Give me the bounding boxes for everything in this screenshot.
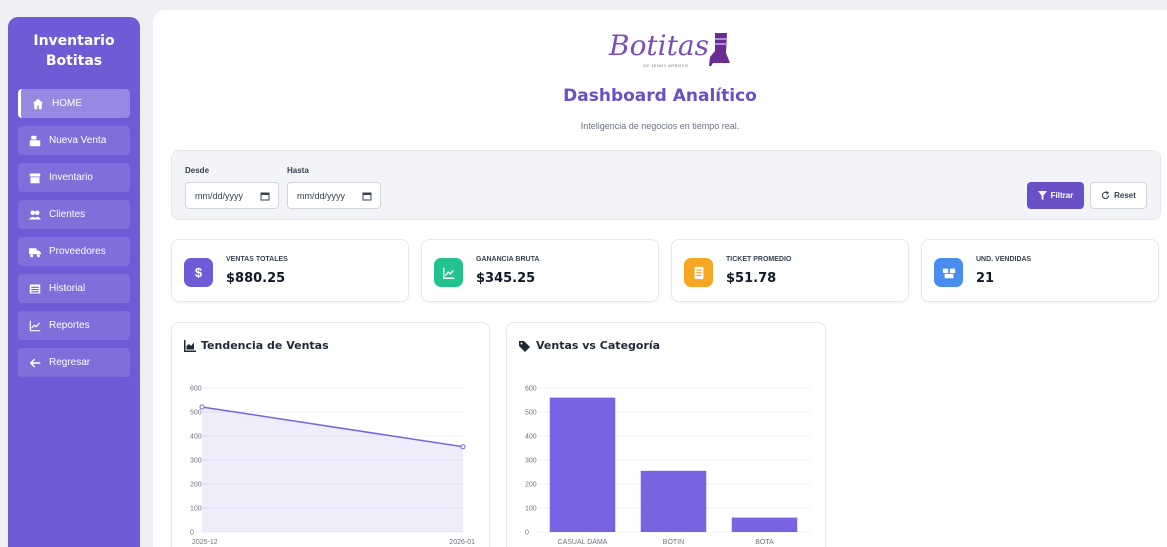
y-tick-label: 300 (190, 458, 202, 465)
y-tick-label: 0 (525, 530, 529, 537)
filter-icon (1037, 191, 1047, 200)
sidebar-item-proveedores[interactable]: Proveedores (18, 237, 130, 266)
category-chart: 0 100 200 300 400 500 600 CASUAL DAMA BOTIN BOTA (525, 386, 810, 546)
y-tick-label: 200 (525, 482, 537, 489)
box-icon (28, 172, 42, 184)
sidebar: Inventario Botitas HOME Nueva Venta Inve… (8, 17, 140, 547)
kpi-label: TICKET PROMEDIO (726, 256, 792, 263)
data-point (199, 404, 205, 410)
sidebar-item-label: Proveedores (49, 246, 106, 257)
receipt-icon (684, 258, 713, 287)
chart-area-icon (434, 258, 463, 287)
sidebar-item-regresar[interactable]: Regresar (18, 348, 130, 377)
x-tick-label: 2025-12 (192, 539, 218, 546)
home-icon (31, 98, 45, 110)
to-date-input[interactable]: mm/dd/yyyy (287, 182, 381, 209)
sidebar-item-label: Clientes (49, 209, 86, 220)
sidebar-item-inventario[interactable]: Inventario (18, 163, 130, 192)
calendar-icon[interactable] (362, 191, 372, 201)
sidebar-item-label: Historial (49, 283, 86, 294)
trend-chart-card: Tendencia de Ventas 0 100 200 300 400 500 600 2… (171, 322, 490, 547)
logo-tagline: DE JENNY ARROYO (643, 63, 689, 68)
sidebar-item-label: Reportes (49, 320, 90, 331)
arrow-left-icon (28, 357, 42, 369)
to-date-placeholder: mm/dd/yyyy (297, 190, 346, 201)
brand-logo: Botitas DE JENNY ARROYO (609, 29, 730, 79)
sidebar-item-label: Nueva Venta (49, 135, 107, 146)
kpi-und-vendidas: UND. VENDIDAS 21 (921, 239, 1159, 302)
x-tick-label: 2026-01 (449, 539, 475, 546)
users-icon (28, 209, 42, 221)
filter-button-label: Filtrar (1050, 191, 1074, 200)
calendar-icon[interactable] (260, 191, 270, 201)
y-tick-label: 600 (190, 386, 202, 393)
y-tick-label: 0 (190, 530, 194, 537)
from-date-input[interactable]: mm/dd/yyyy (185, 182, 279, 209)
page-title: Dashboard Analítico (563, 86, 757, 106)
y-tick-label: 200 (190, 482, 202, 489)
sidebar-item-historial[interactable]: Historial (18, 274, 130, 303)
series-area (202, 406, 463, 532)
bar (640, 470, 707, 532)
sidebar-item-nueva-venta[interactable]: Nueva Venta (18, 126, 130, 155)
date-filter-bar: Desde Hasta mm/dd/yyyy mm/dd/yyyy Filtra… (171, 150, 1161, 220)
sidebar-item-clientes[interactable]: Clientes (18, 200, 130, 229)
from-label: Desde (185, 166, 210, 175)
kpi-label: VENTAS TOTALES (226, 256, 288, 263)
bar (731, 517, 798, 532)
y-tick-label: 400 (190, 434, 202, 441)
data-point (460, 444, 466, 450)
chart-line-icon (28, 320, 42, 332)
main-panel: Botitas DE JENNY ARROYO Dashboard Analít… (153, 10, 1167, 547)
x-tick-label: CASUAL DAMA (558, 539, 608, 546)
y-tick-label: 400 (525, 434, 537, 441)
dollar-icon: $ (184, 258, 213, 287)
logo-text: Botitas (609, 29, 709, 62)
kpi-label: UND. VENDIDAS (976, 256, 1032, 263)
y-tick-label: 100 (190, 506, 202, 513)
kpi-ganancia-bruta: GANANCIA BRUTA $345.25 (421, 239, 659, 302)
y-tick-label: 500 (525, 410, 537, 417)
reset-button-label: Reset (1114, 191, 1136, 200)
list-icon (28, 283, 42, 295)
kpi-value: $345.25 (476, 271, 536, 286)
sidebar-item-label: Inventario (49, 172, 93, 183)
to-label: Hasta (287, 166, 309, 175)
sidebar-item-home[interactable]: HOME (18, 89, 130, 118)
kpi-value: $880.25 (226, 271, 286, 286)
x-tick-label: BOTA (755, 539, 774, 546)
y-tick-label: 600 (525, 386, 537, 393)
page-subtitle: Inteligencia de negocios en tiempo real. (580, 121, 740, 131)
y-tick-label: 100 (525, 506, 537, 513)
trend-chart: 0 100 200 300 400 500 600 2025-12 2026-01 (190, 386, 475, 547)
y-tick-label: 300 (525, 458, 537, 465)
from-date-placeholder: mm/dd/yyyy (195, 190, 244, 201)
boxes-icon (934, 258, 963, 287)
boot-icon (709, 33, 730, 66)
sidebar-item-reportes[interactable]: Reportes (18, 311, 130, 340)
brand-line-2: Botitas (45, 53, 103, 69)
sidebar-item-label: Regresar (49, 357, 91, 368)
category-chart-card: Ventas vs Categoría 0 100 200 300 400 500 600 C… (506, 322, 826, 547)
x-tick-label: BOTIN (663, 539, 684, 546)
kpi-ticket-promedio: TICKET PROMEDIO $51.78 (671, 239, 909, 302)
y-tick-label: 500 (190, 410, 202, 417)
sidebar-item-label: HOME (52, 98, 82, 109)
kpi-value: $51.78 (726, 271, 777, 286)
brand-line-1: Inventario (33, 33, 115, 49)
refresh-icon (1101, 191, 1110, 200)
cash-register-icon (28, 135, 42, 147)
truck-icon (28, 246, 42, 258)
kpi-ventas-totales: $ VENTAS TOTALES $880.25 (171, 239, 409, 302)
kpi-value: 21 (976, 271, 995, 286)
reset-button[interactable]: Reset (1090, 182, 1147, 209)
bar (549, 397, 616, 532)
filter-button[interactable]: Filtrar (1027, 182, 1084, 209)
kpi-label: GANANCIA BRUTA (476, 256, 540, 263)
sidebar-brand: Inventario Botitas (18, 31, 130, 71)
